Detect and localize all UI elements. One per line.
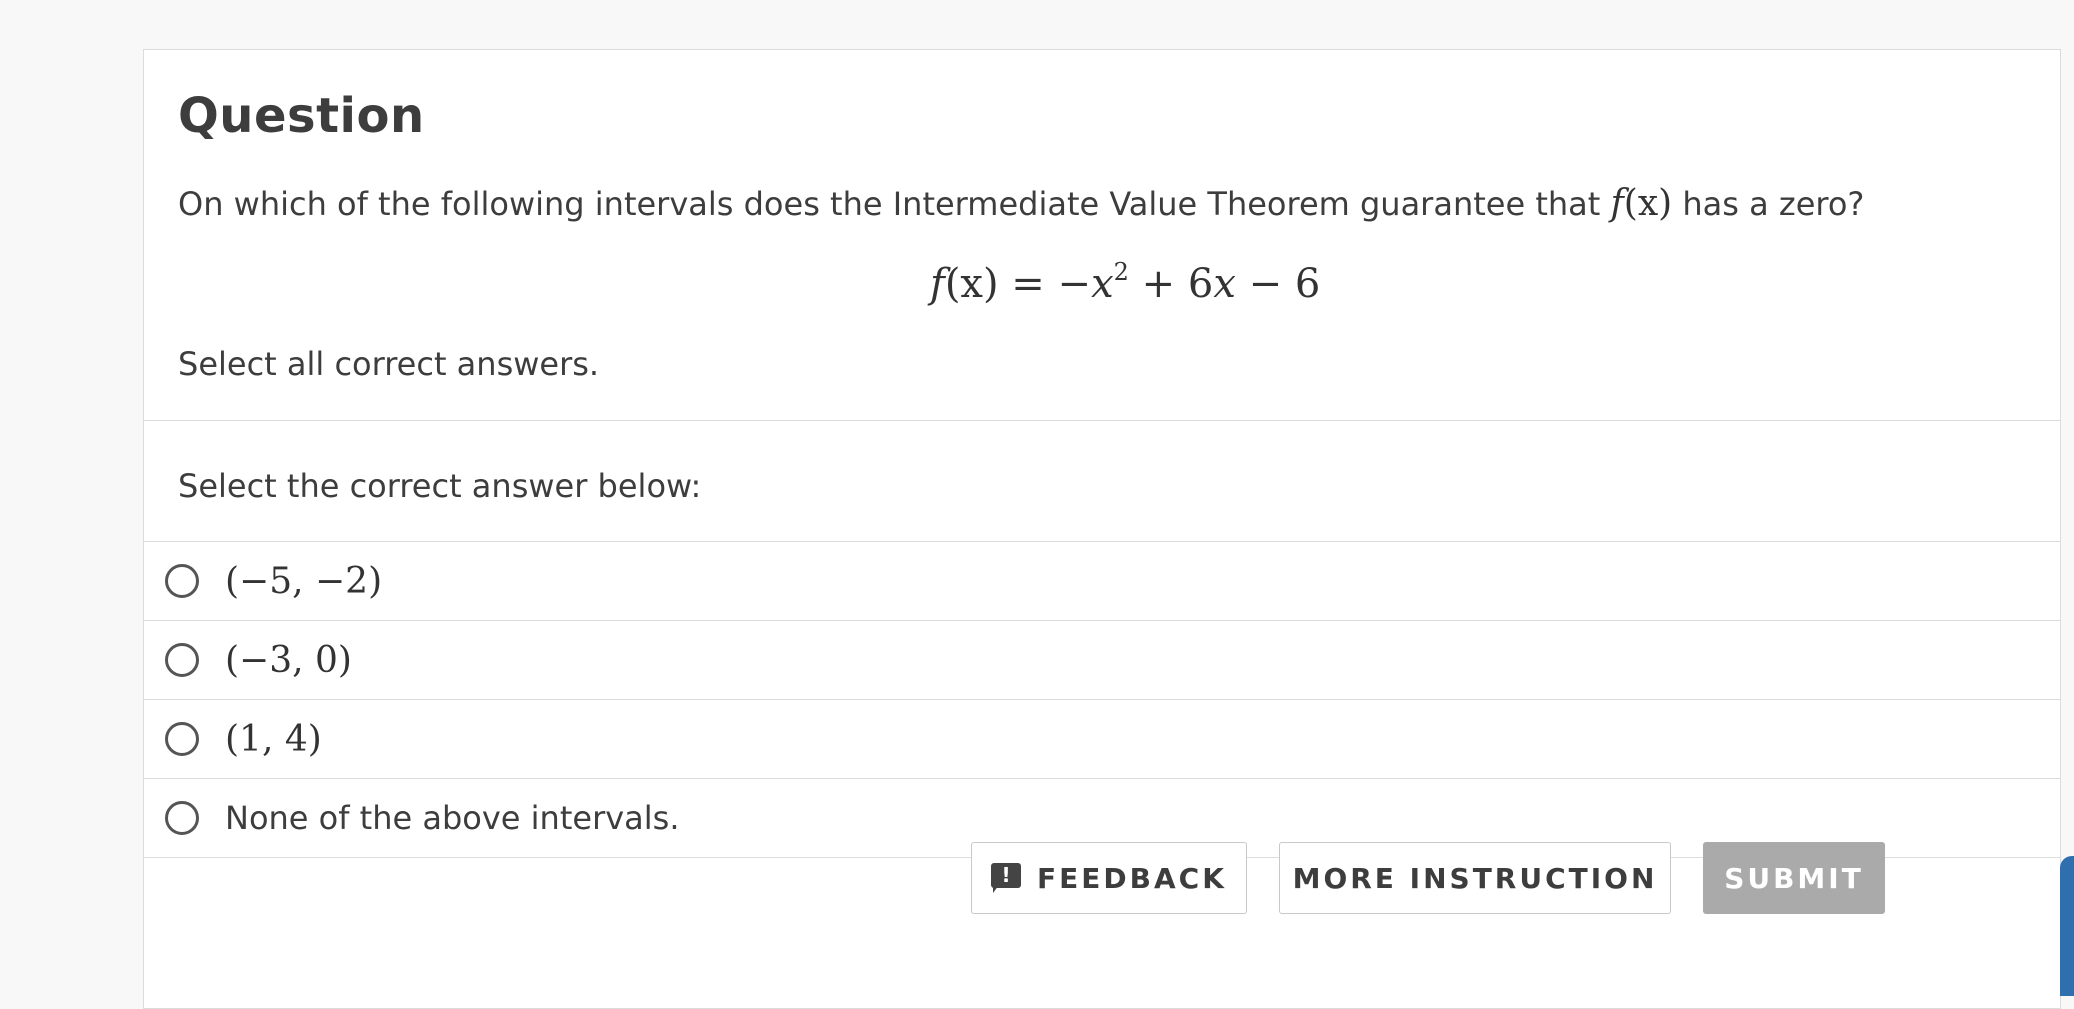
page-title: Question	[178, 88, 425, 144]
option-label: (−3, 0)	[225, 639, 352, 681]
question-prompt: On which of the following intervals does…	[178, 183, 1864, 224]
option-label: (−5, −2)	[225, 560, 383, 602]
answer-option-2[interactable]: (−3, 0)	[144, 620, 2060, 699]
prompt-text: On which of the following intervals does…	[178, 185, 1601, 223]
answer-options: (−5, −2) (−3, 0) (1, 4) None of the abov…	[144, 541, 2060, 858]
side-panel-tab[interactable]	[2060, 856, 2074, 996]
feedback-button[interactable]: ! FEEDBACK	[971, 842, 1247, 914]
more-instruction-label: MORE INSTRUCTION	[1292, 861, 1658, 895]
radio-button[interactable]	[165, 564, 199, 598]
option-label: (1, 4)	[225, 718, 322, 760]
feedback-icon: !	[991, 863, 1022, 893]
section-divider	[144, 420, 2060, 421]
instruction-text: Select all correct answers.	[178, 345, 600, 383]
more-instruction-button[interactable]: MORE INSTRUCTION	[1279, 842, 1671, 914]
function-equation: f(x) = −x2 + 6x − 6	[930, 258, 1321, 307]
radio-button[interactable]	[165, 801, 199, 835]
prompt-math: f(x)	[1610, 183, 1673, 224]
prompt-text-end: has a zero?	[1682, 185, 1865, 223]
option-label: None of the above intervals.	[225, 799, 680, 837]
radio-button[interactable]	[165, 722, 199, 756]
answer-option-1[interactable]: (−5, −2)	[144, 541, 2060, 620]
radio-button[interactable]	[165, 643, 199, 677]
submit-label: SUBMIT	[1724, 861, 1864, 895]
answer-option-3[interactable]: (1, 4)	[144, 699, 2060, 778]
feedback-label: FEEDBACK	[1037, 861, 1227, 895]
answer-prompt: Select the correct answer below:	[178, 467, 702, 505]
submit-button[interactable]: SUBMIT	[1703, 842, 1885, 914]
